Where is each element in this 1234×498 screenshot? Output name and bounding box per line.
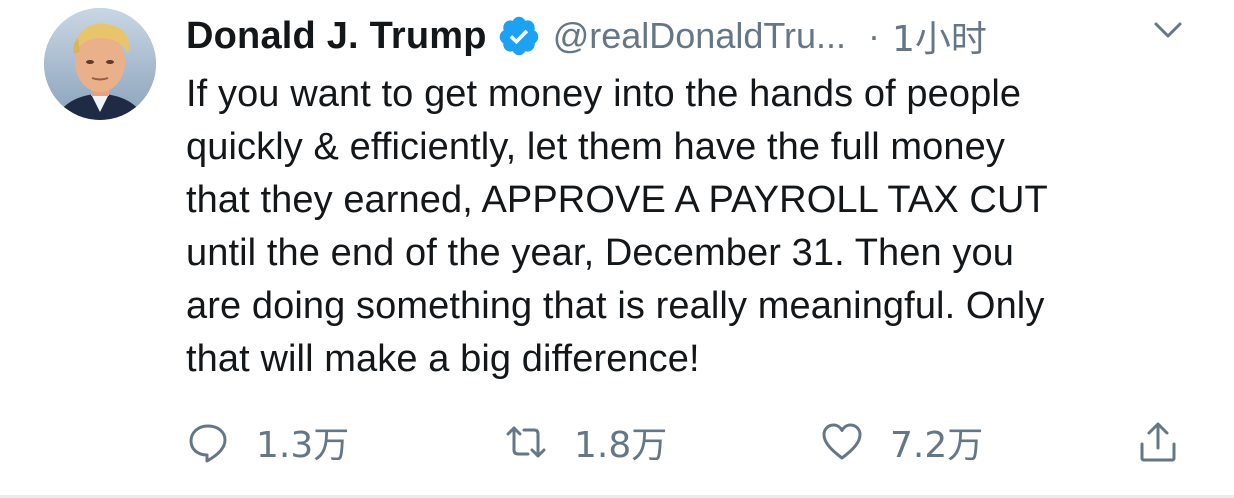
separator-dot: · [868, 15, 881, 56]
verified-badge-icon [497, 14, 541, 58]
reply-button[interactable]: 1.3万 [186, 414, 349, 470]
avatar[interactable] [44, 8, 156, 120]
tweet[interactable]: Donald J. Trump @realDonaldTru... · 1小时 … [0, 0, 1234, 498]
timestamp[interactable]: 1小时 [892, 10, 987, 62]
retweet-count: 1.8万 [574, 425, 668, 466]
avatar-image [44, 8, 156, 120]
tweet-actions: 1.3万 1.8万 7.2万 [186, 414, 1196, 470]
tweet-header: Donald J. Trump @realDonaldTru... · 1小时 [186, 10, 987, 62]
comment-icon [186, 420, 230, 464]
heart-icon [820, 420, 864, 464]
like-button[interactable]: 7.2万 [820, 414, 983, 470]
tweet-text: If you want to get money into the hands … [186, 73, 1048, 380]
handle[interactable]: @realDonaldTru... [553, 15, 846, 57]
retweet-button[interactable]: 1.8万 [504, 414, 667, 470]
share-icon [1136, 420, 1180, 464]
retweet-icon [504, 420, 548, 464]
share-button[interactable] [1136, 414, 1180, 470]
like-count: 7.2万 [890, 425, 984, 466]
display-name[interactable]: Donald J. Trump [186, 15, 487, 58]
reply-count: 1.3万 [256, 425, 350, 466]
chevron-down-icon[interactable] [1148, 14, 1188, 48]
